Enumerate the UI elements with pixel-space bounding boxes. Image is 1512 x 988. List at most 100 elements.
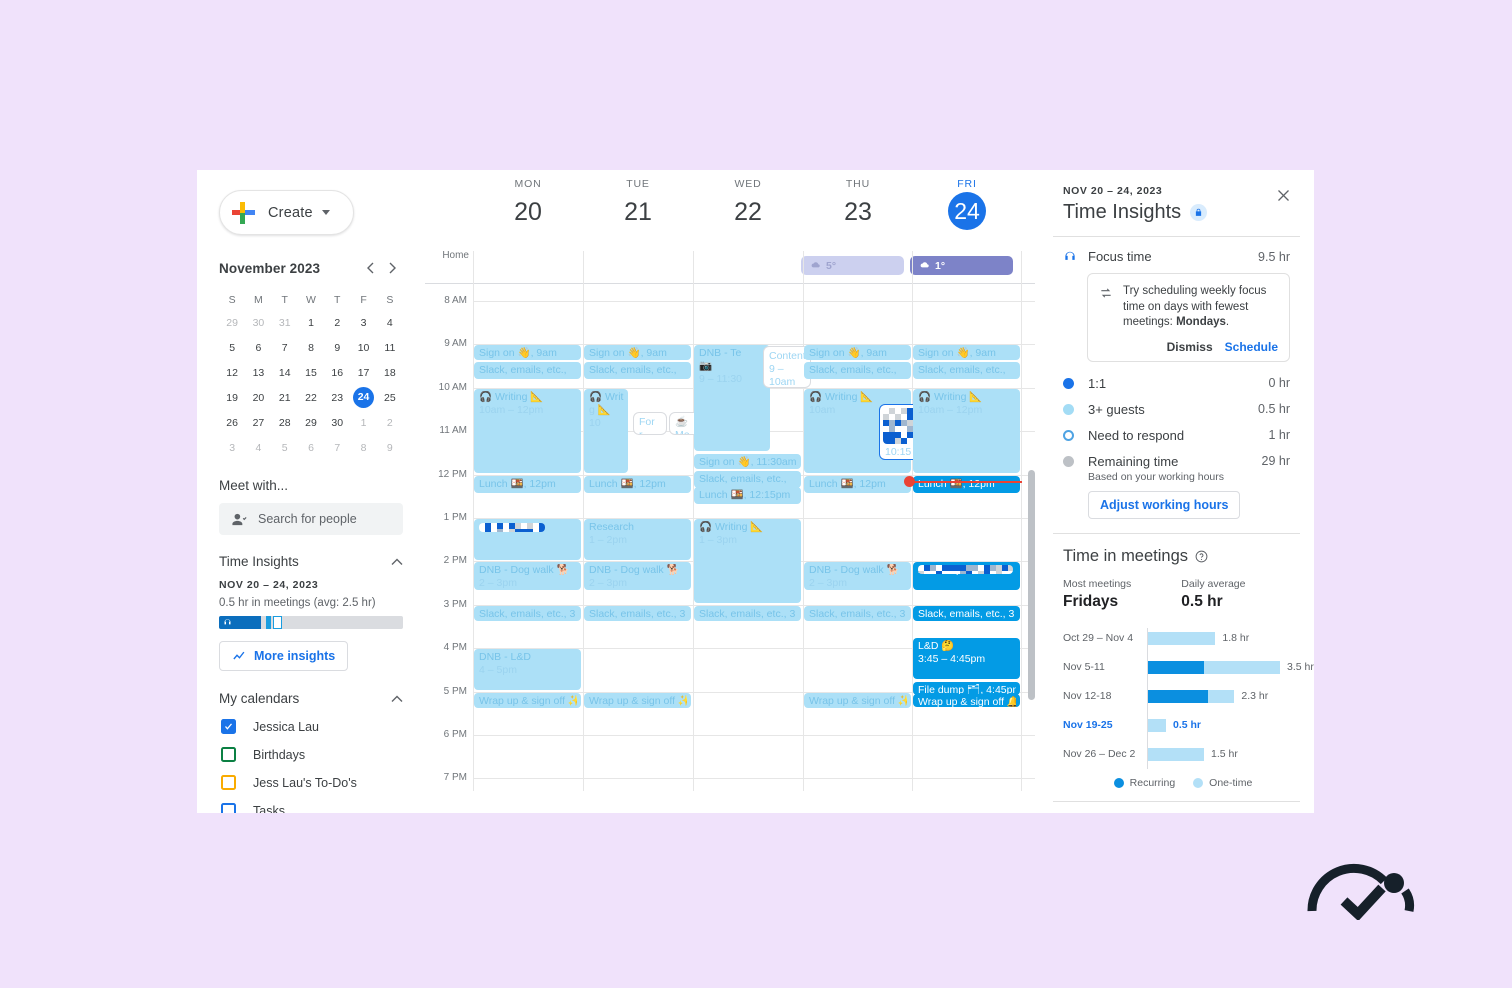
mini-day-cell[interactable]: 29: [298, 410, 324, 435]
adjust-working-hours-button[interactable]: Adjust working hours: [1088, 490, 1241, 519]
more-insights-button[interactable]: More insights: [219, 641, 349, 671]
mini-day-cell[interactable]: 1: [298, 310, 324, 335]
calendar-event[interactable]: Lunch 🍱, 12pm: [584, 475, 691, 493]
mini-day-cell[interactable]: 29: [219, 310, 245, 335]
mini-day-cell[interactable]: 16: [324, 360, 350, 385]
chart-bar-row[interactable]: Nov 26 – Dec 2 1.5 hr: [1063, 740, 1293, 769]
mini-day-cell[interactable]: 27: [245, 410, 271, 435]
day-number[interactable]: 22: [693, 195, 803, 229]
mini-day-cell[interactable]: 28: [272, 410, 298, 435]
calendar-event[interactable]: Slack, emails, etc., 3: [474, 605, 581, 621]
chart-bar-row[interactable]: Oct 29 – Nov 4 1.8 hr: [1063, 624, 1293, 653]
calendar-event[interactable]: Lunch 🍱, 12pm: [474, 475, 581, 493]
day-number[interactable]: 20: [473, 195, 583, 229]
day-number[interactable]: 24: [948, 192, 986, 230]
mini-day-cell[interactable]: 25: [377, 385, 403, 410]
calendar-event[interactable]: Sign on 👋, 11:30am: [694, 453, 801, 469]
mini-day-cell[interactable]: 26: [219, 410, 245, 435]
mini-day-cell[interactable]: 4: [377, 310, 403, 335]
calendar-event[interactable]: Lunch 🍱, 12:15pm: [694, 487, 801, 505]
schedule-button[interactable]: Schedule: [1225, 340, 1278, 354]
calendar-item-0[interactable]: Jessica Lau: [221, 719, 403, 734]
mini-day-cell[interactable]: 1: [350, 410, 376, 435]
my-calendars-section-header[interactable]: My calendars: [219, 691, 403, 706]
calendar-event[interactable]: 🎧 Writing 📐 10am – 12pm: [913, 388, 1020, 473]
calendar-event[interactable]: 🎧 Writing 📐 1 – 3pm: [694, 519, 801, 603]
time-insights-section-header[interactable]: Time Insights: [219, 554, 403, 569]
mini-day-cell[interactable]: 19: [219, 385, 245, 410]
calendar-event[interactable]: DNB - Dog walk 🐕 2 – 3pm: [584, 562, 691, 591]
mini-day-cell[interactable]: 18: [377, 360, 403, 385]
create-button[interactable]: Create: [219, 190, 354, 235]
chart-bar-row[interactable]: Nov 5-11 3.5 hr: [1063, 653, 1314, 682]
calendar-event[interactable]: Slack, emails, etc.,: [474, 362, 581, 380]
calendar-event[interactable]: Slack, emails, etc.,: [584, 362, 691, 380]
mini-day-cell[interactable]: 2: [324, 310, 350, 335]
chevron-up-icon-2[interactable]: [391, 695, 403, 703]
calendar-item-3[interactable]: Tasks: [221, 803, 403, 813]
mini-day-cell[interactable]: 21: [272, 385, 298, 410]
calendar-event[interactable]: L&D 🤔 3:45 – 4:45pm: [913, 638, 1020, 680]
close-panel-icon[interactable]: [1276, 188, 1298, 210]
event-popup-for-r[interactable]: For r: [633, 411, 667, 435]
mini-day-cell[interactable]: 8: [350, 435, 376, 460]
calendar-event[interactable]: Slack, emails, etc., 3: [694, 605, 801, 621]
calendar-event[interactable]: Slack, emails, etc., 3: [584, 605, 691, 621]
mini-day-cell[interactable]: 24: [350, 385, 376, 410]
mini-day-cell[interactable]: 2: [377, 410, 403, 435]
mini-day-cell[interactable]: 4: [245, 435, 271, 460]
stat-row-three-plus-guests[interactable]: 3+ guests 0.5 hr: [1063, 402, 1290, 417]
mini-day-cell[interactable]: 30: [245, 310, 271, 335]
stat-row-focus-time[interactable]: Focus time 9.5 hr: [1063, 249, 1290, 264]
stat-row-remaining-time[interactable]: Remaining time 29 hr: [1063, 454, 1290, 469]
mini-day-cell[interactable]: 22: [298, 385, 324, 410]
calendar-event[interactable]: DNB - Dog walk 🐕 2 – 3pm: [804, 562, 911, 591]
dismiss-button[interactable]: Dismiss: [1167, 340, 1213, 354]
calendar-event[interactable]: Sign on 👋, 9am: [584, 345, 691, 361]
calendar-event[interactable]: Wrap up & sign off ✨: [804, 692, 911, 708]
mini-day-cell[interactable]: 9: [324, 335, 350, 360]
calendar-week-grid[interactable]: MON 20 TUE 21 WED 22 THU 23 FRI 24 Home 5° 1° 8 AM 9 A…: [425, 170, 1039, 813]
chevron-up-icon[interactable]: [391, 558, 403, 566]
search-for-people-input[interactable]: Search for people: [219, 503, 403, 535]
calendar-event[interactable]: Lunch 🍱, 12pm: [913, 475, 1020, 493]
calendar-checkbox[interactable]: [221, 719, 236, 734]
next-month-icon[interactable]: [381, 257, 403, 279]
calendar-event[interactable]: Wrap up & sign off ✨: [584, 692, 691, 708]
calendar-event[interactable]: 🎧 Writing 📐 10am – 12pm: [474, 388, 581, 473]
mini-day-cell[interactable]: 6: [245, 335, 271, 360]
calendar-event[interactable]: Wrap up & sign off 🔔: [913, 693, 1020, 707]
mini-day-cell[interactable]: 8: [298, 335, 324, 360]
calendar-event[interactable]: Sign on 👋, 9am: [474, 345, 581, 361]
mini-day-cell[interactable]: 20: [245, 385, 271, 410]
mini-day-cell[interactable]: 14: [272, 360, 298, 385]
calendar-scrollbar[interactable]: [1028, 470, 1035, 701]
calendar-event[interactable]: Sign on 👋, 9am: [913, 345, 1020, 361]
chart-bar-row[interactable]: Nov 19-25 0.5 hr: [1063, 711, 1293, 740]
calendar-event[interactable]: Slack, emails, etc., 3: [913, 605, 1020, 621]
chart-bar-row[interactable]: Nov 12-18 2.3 hr: [1063, 682, 1293, 711]
calendar-event[interactable]: Sign on 👋, 9am: [804, 345, 911, 361]
mini-day-cell[interactable]: 11: [377, 335, 403, 360]
mini-day-cell[interactable]: 31: [272, 310, 298, 335]
calendar-item-1[interactable]: Birthdays: [221, 747, 403, 762]
calendar-event[interactable]: Slack, emails, etc.,: [804, 362, 911, 380]
help-icon[interactable]: [1195, 550, 1208, 563]
calendar-event[interactable]: 🎧 Writing 📐10: [584, 388, 628, 473]
mini-day-cell[interactable]: 30: [324, 410, 350, 435]
day-number[interactable]: 23: [803, 195, 913, 229]
calendar-event[interactable]: File dump 🗂, 4:45pm: [913, 681, 1020, 695]
mini-day-cell[interactable]: 5: [219, 335, 245, 360]
stat-row-one-on-one[interactable]: 1:1 0 hr: [1063, 376, 1290, 391]
mini-day-cell[interactable]: 3: [350, 310, 376, 335]
calendar-event[interactable]: DNB - Te 📷 9 – 11:30: [694, 345, 770, 452]
mini-day-cell[interactable]: 6: [298, 435, 324, 460]
calendar-event[interactable]: DNB - Dog walk 🐕 2 – 3pm: [474, 562, 581, 591]
mini-day-cell[interactable]: 7: [272, 335, 298, 360]
mini-day-cell[interactable]: 12: [219, 360, 245, 385]
mini-day-cell[interactable]: 23: [324, 385, 350, 410]
weather-chip-thu[interactable]: 5°: [801, 256, 904, 275]
mini-day-cell[interactable]: 9: [377, 435, 403, 460]
stat-row-need-to-respond[interactable]: Need to respond 1 hr: [1063, 428, 1290, 443]
mini-day-cell[interactable]: 3: [219, 435, 245, 460]
